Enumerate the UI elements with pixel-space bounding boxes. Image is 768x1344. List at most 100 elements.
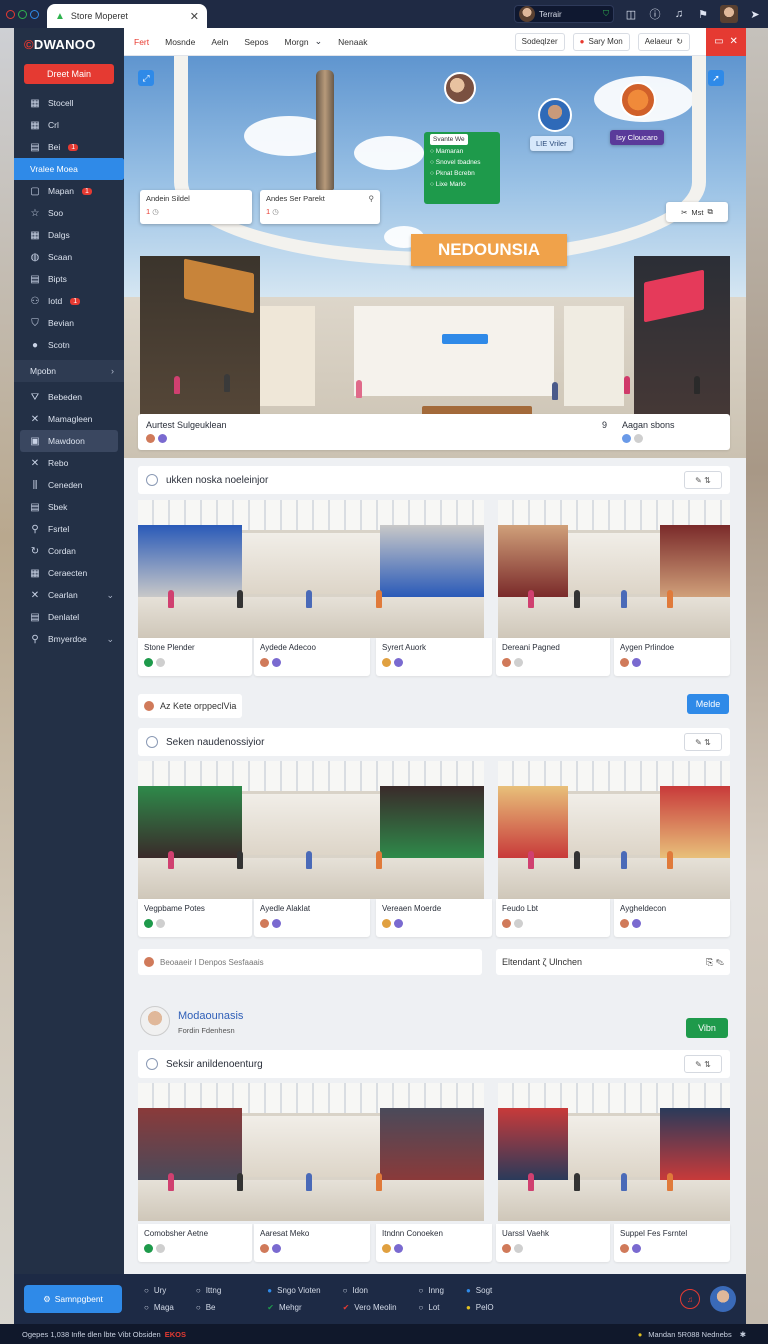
sidebar-item-items-5[interactable]: ☆ Soo [14,202,124,224]
section-1-edit-button[interactable]: ✎ ⇅ [684,471,722,489]
purple-tag[interactable]: Isy Cloucaro [610,130,664,145]
chip-row-1[interactable]: Az Kete orppeclVia [138,694,243,718]
bottom-link[interactable]: ○ Maga [144,1303,174,1312]
location-pill[interactable]: ● Sary Mon [572,32,630,51]
card-caption[interactable]: Ayedle Alaklat [254,899,370,937]
mall-photo[interactable] [498,500,730,638]
card-caption[interactable]: Feudo Lbt [496,899,610,937]
chevron-down-icon[interactable]: ⌄ [315,36,323,47]
mall-photo[interactable] [138,1083,484,1221]
columns-icon[interactable]: ◫ [624,8,638,21]
bottom-link[interactable]: ○ Ury [144,1286,174,1295]
sidebar-item-items2-4[interactable]: ⫼ Ceneden [14,474,124,496]
sidebar-item-items-8[interactable]: ▤ Bipts [14,268,124,290]
chip-row-2-right[interactable]: Eltendant ζ Ulnchen ⎘ ✎ [496,949,730,975]
nav-link-2[interactable]: Aeln [211,37,228,47]
expand-icon[interactable]: ⤢ [138,70,154,86]
new-main-button[interactable]: Dreet Main [24,64,114,84]
sidebar-item-items2-9[interactable]: ✕ Cearlan ⌄ [14,584,124,606]
chip-row-2-left[interactable]: Beoaaeir I Denpos Sesfaaais [138,949,482,975]
card-caption[interactable]: Itndnn Conoeken [376,1224,492,1262]
card-caption[interactable]: Aygheldecon [614,899,730,937]
card-caption[interactable]: Dereani Pagned [496,638,610,676]
sidebar-item-items2-11[interactable]: ⚲ Bmyerdoe ⌄ [14,628,124,650]
card-caption[interactable]: Aygen Prlindoe [614,638,730,676]
minimize-window-icon[interactable] [18,9,27,19]
bottom-link[interactable]: ● Sngo Vioten [267,1286,320,1295]
mall-photo[interactable] [138,761,484,899]
section-2-edit-button[interactable]: ✎ ⇅ [684,733,722,751]
sidebar-item-items-10[interactable]: ⛉ Bevian [14,312,124,334]
user-avatar[interactable] [710,1286,736,1312]
bell-icon[interactable]: ♫ [672,8,686,20]
alert-icon[interactable]: ♫ [680,1289,700,1309]
user-avatar[interactable] [720,5,738,23]
card-caption[interactable]: Vegpbame Potes [138,899,252,937]
mall-photo[interactable] [498,1083,730,1221]
bottom-link[interactable]: ○ Inng [419,1286,444,1295]
panel-close-button[interactable]: ▭ ✕ [706,28,746,56]
app-logo[interactable]: © DWANOO [14,28,124,60]
hero-card-1[interactable]: Andein Sildel 1 ◷ [140,190,252,224]
share-icon[interactable]: ⎘ ✎ [706,957,724,968]
profile-avatar[interactable] [140,1006,170,1036]
sidebar-item-items2-10[interactable]: ▤ Denlatel [14,606,124,628]
tab-close-icon[interactable]: ✕ [190,10,199,23]
sidebar-item-items-2[interactable]: ▤ Bei 1 [14,136,124,158]
sidebar-item-items2-2[interactable]: ▣ Mawdoon [20,430,118,452]
share-icon[interactable]: ➚ [708,70,724,86]
mst-button[interactable]: ✂ Mst ⧉ [666,202,728,222]
sidebar-item-items-6[interactable]: ▦ Dalgs [14,224,124,246]
card-caption[interactable]: Suppel Fes Fsrntel [614,1224,730,1262]
bottom-link[interactable]: ✔ Vero Meolin [343,1303,397,1312]
sidebar-item-items2-8[interactable]: ▦ Ceraecten [14,562,124,584]
card-caption[interactable]: Comobsher Aetne [138,1224,252,1262]
nav-link-4[interactable]: Morgn [285,37,309,47]
sidebar-section-header[interactable]: Mpobn › [14,360,124,382]
nav-link-1[interactable]: Mosnde [165,37,195,47]
sidebar-item-items-0[interactable]: ▦ Stocell [14,92,124,114]
group-photo-avatar[interactable] [444,72,476,104]
sidebar-item-items2-3[interactable]: ✕ Rebo [14,452,124,474]
summary-button[interactable]: ⚙ Samnpgbent [24,1285,122,1313]
bottom-link[interactable]: ✔ Mehgr [267,1303,320,1312]
mall-photo[interactable] [138,500,484,638]
notification-icon[interactable]: ⚑ [696,8,710,21]
sidebar-item-items2-0[interactable]: ⛛ Bebeden [14,386,124,408]
send-icon[interactable]: ➤ [748,8,762,21]
blue-tag[interactable]: LIE Vriler [530,136,573,151]
info-icon[interactable]: ⓘ [648,6,662,22]
maximize-window-icon[interactable] [30,9,39,19]
card-caption[interactable]: Aaresat Meko [254,1224,370,1262]
bottom-link[interactable]: ○ Idon [343,1286,397,1295]
close-window-icon[interactable] [6,9,15,19]
person-avatar[interactable] [538,98,572,132]
profile-name[interactable]: Modaounasis [178,1010,243,1022]
card-caption[interactable]: Stone Plender [138,638,252,676]
section-3-edit-button[interactable]: ✎ ⇅ [684,1055,722,1073]
sidebar-item-items2-6[interactable]: ⚲ Fsrtel [14,518,124,540]
sidebar-item-items-9[interactable]: ⚇ Iotd 1 [14,290,124,312]
sidebar-item-items-1[interactable]: ▦ Crl [14,114,124,136]
profile-cta[interactable]: Vibn [686,1018,728,1038]
sidebar-item-items2-5[interactable]: ▤ Sbek [14,496,124,518]
sidebar-item-items-3[interactable]: Vralee Moea [14,158,132,180]
hero-card-2[interactable]: Andes Ser Parekt 1 ◷ ⚲ [260,190,380,224]
bottom-link[interactable]: ○ Be [196,1303,221,1312]
card-caption[interactable]: Vereaen Moerde [376,899,492,937]
mall-photo[interactable] [498,761,730,899]
nav-link-3[interactable]: Sepos [244,37,268,47]
sidebar-item-items-11[interactable]: ● Scotn [14,334,124,356]
promo-panel[interactable]: Svante We ○ Mamaran ○ Snovel tbadnes ○ P… [424,132,500,204]
filter-pill[interactable]: Sodeqlzer [514,32,565,51]
bottom-link[interactable]: ● Sogt [466,1286,494,1295]
sidebar-item-items2-1[interactable]: ✕ Mamagleen [14,408,124,430]
refresh-pill[interactable]: Aelaeur ↻ [637,32,690,51]
sidebar-item-items2-7[interactable]: ↻ Cordan [14,540,124,562]
sidebar-item-items-4[interactable]: ▢ Mapan 1 [14,180,124,202]
bottom-link[interactable]: ○ Lot [419,1303,444,1312]
browser-tab[interactable]: ▲ Store Moperet ✕ [47,4,207,28]
profile-chip[interactable]: Terrair ⛉ [514,5,614,23]
chip-row-1-cta[interactable]: Melde [687,694,729,714]
card-caption[interactable]: Uarssl Vaehk [496,1224,610,1262]
